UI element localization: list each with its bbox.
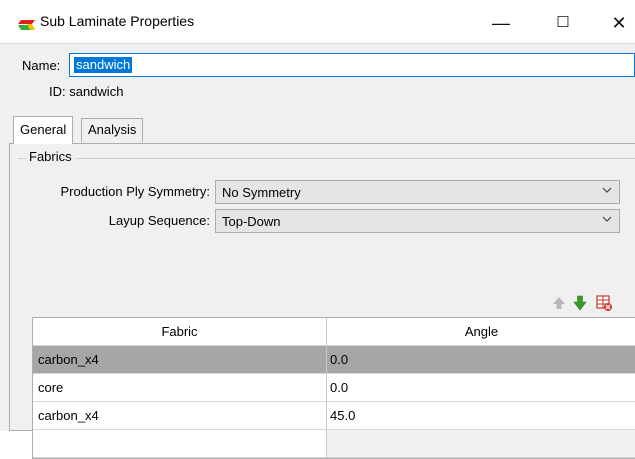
maximize-button[interactable]: ☐: [540, 8, 586, 38]
fabrics-group-border: [18, 158, 635, 159]
general-tab-panel: Fabrics Production Ply Symmetry: No Symm…: [9, 143, 635, 459]
symmetry-value: No Symmetry: [222, 185, 301, 200]
table-row-empty[interactable]: [33, 430, 635, 458]
arrow-down-icon[interactable]: [571, 294, 589, 312]
angle-cell[interactable]: 0.0: [327, 374, 635, 402]
symmetry-dropdown[interactable]: No Symmetry: [215, 180, 620, 204]
tab-analysis[interactable]: Analysis: [81, 118, 144, 142]
angle-cell-empty[interactable]: [327, 430, 635, 458]
window-title: Sub Laminate Properties: [40, 13, 195, 29]
fabric-cell[interactable]: core: [33, 374, 327, 402]
column-header-fabric[interactable]: Fabric: [33, 318, 327, 346]
app-logo-icon: [18, 20, 35, 30]
tab-general[interactable]: General: [13, 116, 74, 144]
name-input[interactable]: sandwich: [69, 53, 635, 77]
name-input-value: sandwich: [74, 57, 133, 73]
fabric-cell[interactable]: carbon_x4: [33, 346, 327, 374]
chevron-down-icon: [602, 216, 612, 222]
fabric-cell[interactable]: carbon_x4: [33, 402, 327, 430]
angle-cell[interactable]: 0.0: [327, 346, 635, 374]
fabrics-table: Fabric Angle carbon_x4 0.0 core 0.0 carb…: [32, 317, 635, 459]
symmetry-label: Production Ply Symmetry:: [60, 184, 210, 199]
sequence-dropdown[interactable]: Top-Down: [215, 209, 620, 233]
table-row[interactable]: carbon_x4 45.0: [33, 402, 635, 430]
dialog-body: Name: sandwich ID: sandwich General Anal…: [0, 43, 635, 459]
minimize-button[interactable]: —: [478, 8, 524, 38]
sequence-value: Top-Down: [222, 214, 281, 229]
sequence-label: Layup Sequence:: [108, 213, 210, 228]
id-label: ID: sandwich: [49, 84, 124, 99]
arrow-up-icon[interactable]: [550, 294, 568, 312]
table-row[interactable]: core 0.0: [33, 374, 635, 402]
fabrics-group-label: Fabrics: [26, 149, 75, 164]
table-row[interactable]: carbon_x4 0.0: [33, 346, 635, 374]
table-header: Fabric Angle: [33, 318, 635, 346]
name-label: Name:: [22, 58, 61, 73]
fabric-cell-empty[interactable]: [33, 430, 327, 458]
close-button[interactable]: ✕: [596, 8, 635, 38]
delete-icon[interactable]: [595, 294, 613, 312]
column-header-angle[interactable]: Angle: [327, 318, 635, 346]
title-bar: Sub Laminate Properties — ☐ ✕: [0, 0, 635, 42]
chevron-down-icon: [602, 187, 612, 193]
angle-cell[interactable]: 45.0: [327, 402, 635, 430]
